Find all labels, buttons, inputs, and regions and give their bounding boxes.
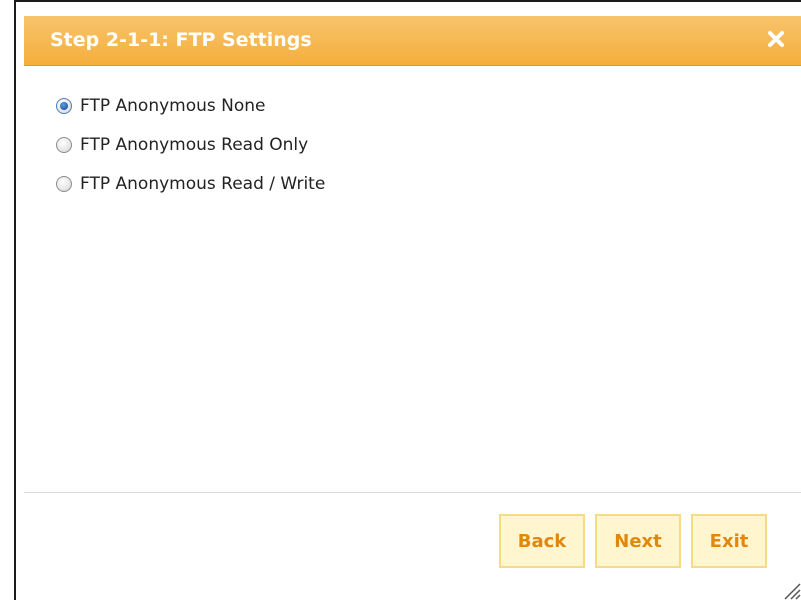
dialog-titlebar[interactable]: Step 2-1-1: FTP Settings: [24, 16, 801, 66]
footer-divider: [24, 492, 801, 493]
next-button[interactable]: Next: [595, 514, 681, 568]
option-label: FTP Anonymous None: [80, 95, 266, 116]
option-ftp-anonymous-read-only[interactable]: FTP Anonymous Read Only: [56, 125, 325, 164]
dialog-buttons: Back Next Exit: [499, 514, 767, 568]
ftp-settings-dialog: Step 2-1-1: FTP Settings FTP Anonymous N…: [16, 2, 801, 600]
radio-ftp-anonymous-none[interactable]: [56, 97, 72, 114]
dialog-title: Step 2-1-1: FTP Settings: [50, 29, 312, 51]
option-ftp-anonymous-none[interactable]: FTP Anonymous None: [56, 86, 325, 125]
window-frame: Step 2-1-1: FTP Settings FTP Anonymous N…: [0, 0, 801, 600]
radio-ftp-anonymous-read-write[interactable]: [56, 175, 72, 192]
option-label: FTP Anonymous Read Only: [80, 134, 309, 155]
close-icon[interactable]: [763, 26, 789, 52]
option-label: FTP Anonymous Read / Write: [80, 173, 326, 194]
resize-grip-icon[interactable]: [779, 578, 801, 600]
option-ftp-anonymous-read-write[interactable]: FTP Anonymous Read / Write: [56, 164, 325, 203]
ftp-anonymous-options: FTP Anonymous None FTP Anonymous Read On…: [56, 86, 325, 203]
back-button[interactable]: Back: [499, 514, 585, 568]
radio-ftp-anonymous-read-only[interactable]: [56, 136, 72, 153]
exit-button[interactable]: Exit: [691, 514, 767, 568]
